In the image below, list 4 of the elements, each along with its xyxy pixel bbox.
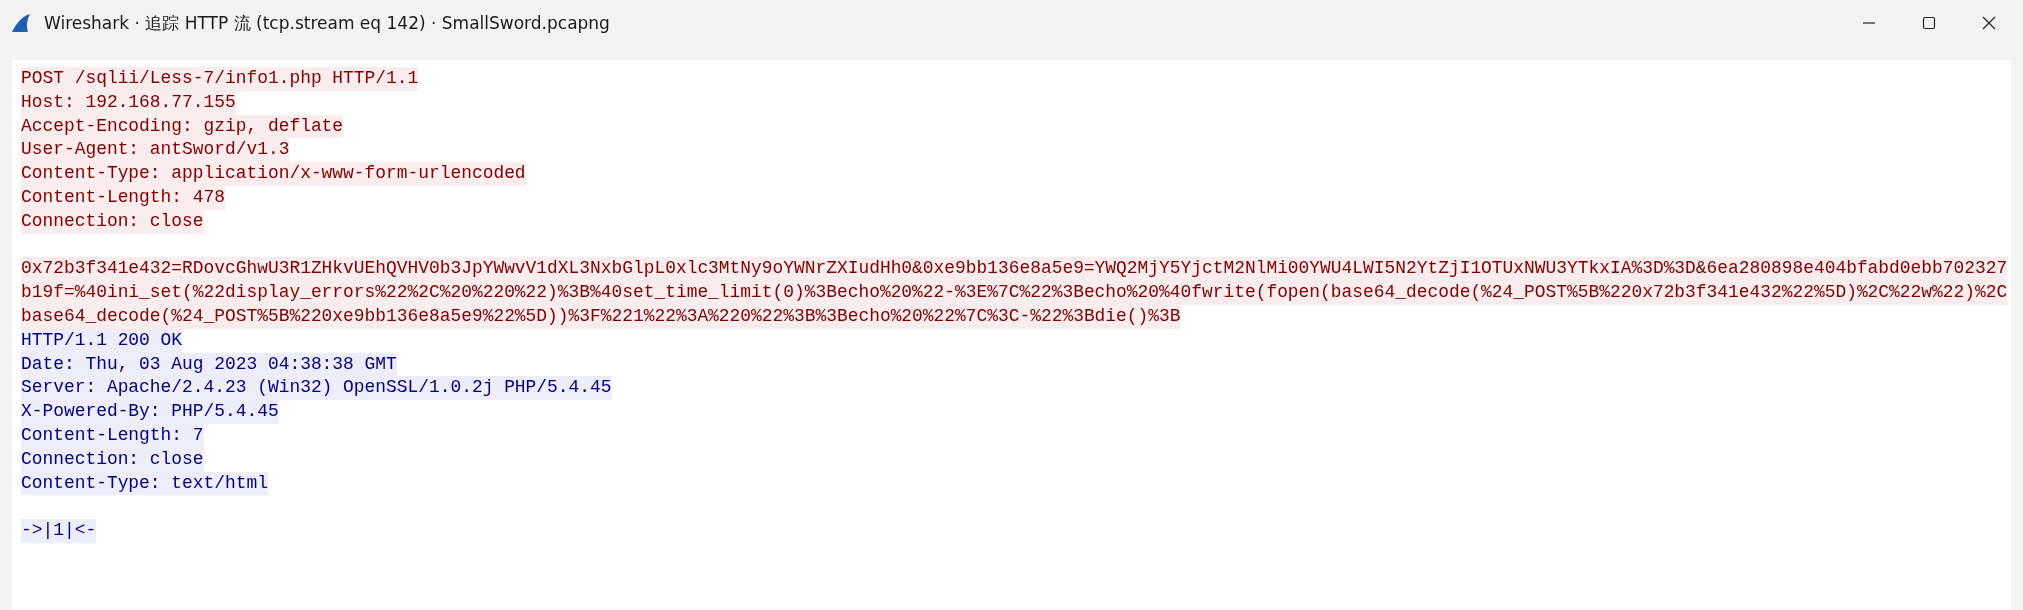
window-title: Wireshark · 追踪 HTTP 流 (tcp.stream eq 142) · SmallSword.pcapng	[44, 11, 611, 35]
maximize-icon	[1922, 16, 1936, 30]
close-icon	[1982, 16, 1996, 30]
shark-fin-icon	[10, 12, 32, 34]
